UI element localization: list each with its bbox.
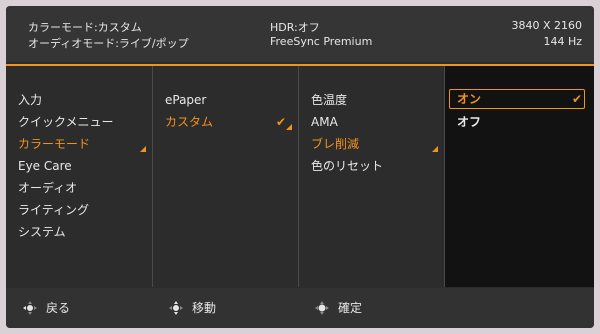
hdr-status: HDR:オフ xyxy=(270,21,320,34)
menu-item-eye-care[interactable]: Eye Care xyxy=(6,156,152,176)
menu-item-system[interactable]: システム xyxy=(6,222,152,242)
submenu-arrow-icon xyxy=(286,124,292,130)
control-hints: 戻る 移動 確定 xyxy=(6,288,594,328)
menu-item-audio[interactable]: オーディオ xyxy=(6,178,152,198)
blur-reduction-options: オン ✔ オフ xyxy=(445,66,594,287)
monitor-osd: カラーモード:カスタム オーディオモード:ライブ/ポップ HDR:オフ Free… xyxy=(6,6,594,328)
status-bar: カラーモード:カスタム オーディオモード:ライブ/ポップ HDR:オフ Free… xyxy=(6,6,594,62)
option-off[interactable]: オフ xyxy=(445,112,594,132)
joystick-icon xyxy=(23,301,37,315)
joystick-icon xyxy=(169,301,183,315)
color-mode-status: カラーモード:カスタム xyxy=(28,21,142,34)
menu-item-lighting[interactable]: ライティング xyxy=(6,200,152,220)
submenu-arrow-icon xyxy=(140,146,146,152)
check-icon: ✔ xyxy=(275,115,286,129)
option-on[interactable]: オン ✔ xyxy=(445,89,594,109)
menu-item-color-reset[interactable]: 色のリセット xyxy=(299,156,444,176)
main-menu: 入力 クイックメニュー カラーモード Eye Care オーディオ ライティング… xyxy=(6,66,153,287)
resolution-status: 3840 X 2160 xyxy=(511,19,582,32)
custom-settings-menu: 色温度 AMA ブレ削減 色のリセット xyxy=(299,66,445,287)
refresh-status: 144 Hz xyxy=(543,35,582,48)
audio-mode-status: オーディオモード:ライブ/ポップ xyxy=(28,37,189,50)
menu-item-ama[interactable]: AMA xyxy=(299,112,444,132)
menu-item-quick-menu[interactable]: クイックメニュー xyxy=(6,112,152,132)
menu-item-custom[interactable]: カスタム ✔ xyxy=(153,112,298,132)
color-mode-menu: ePaper カスタム ✔ xyxy=(153,66,299,287)
submenu-arrow-icon xyxy=(432,146,438,152)
menu-item-color-temperature[interactable]: 色温度 xyxy=(299,90,444,110)
joystick-icon xyxy=(315,301,329,315)
menu-item-color-mode[interactable]: カラーモード xyxy=(6,134,152,154)
menu-item-input[interactable]: 入力 xyxy=(6,90,152,110)
check-icon: ✔ xyxy=(571,92,582,106)
menu-item-motion-blur-reduction[interactable]: ブレ削減 xyxy=(299,134,444,154)
freesync-status: FreeSync Premium xyxy=(270,35,373,48)
menu-item-epaper[interactable]: ePaper xyxy=(153,90,298,110)
